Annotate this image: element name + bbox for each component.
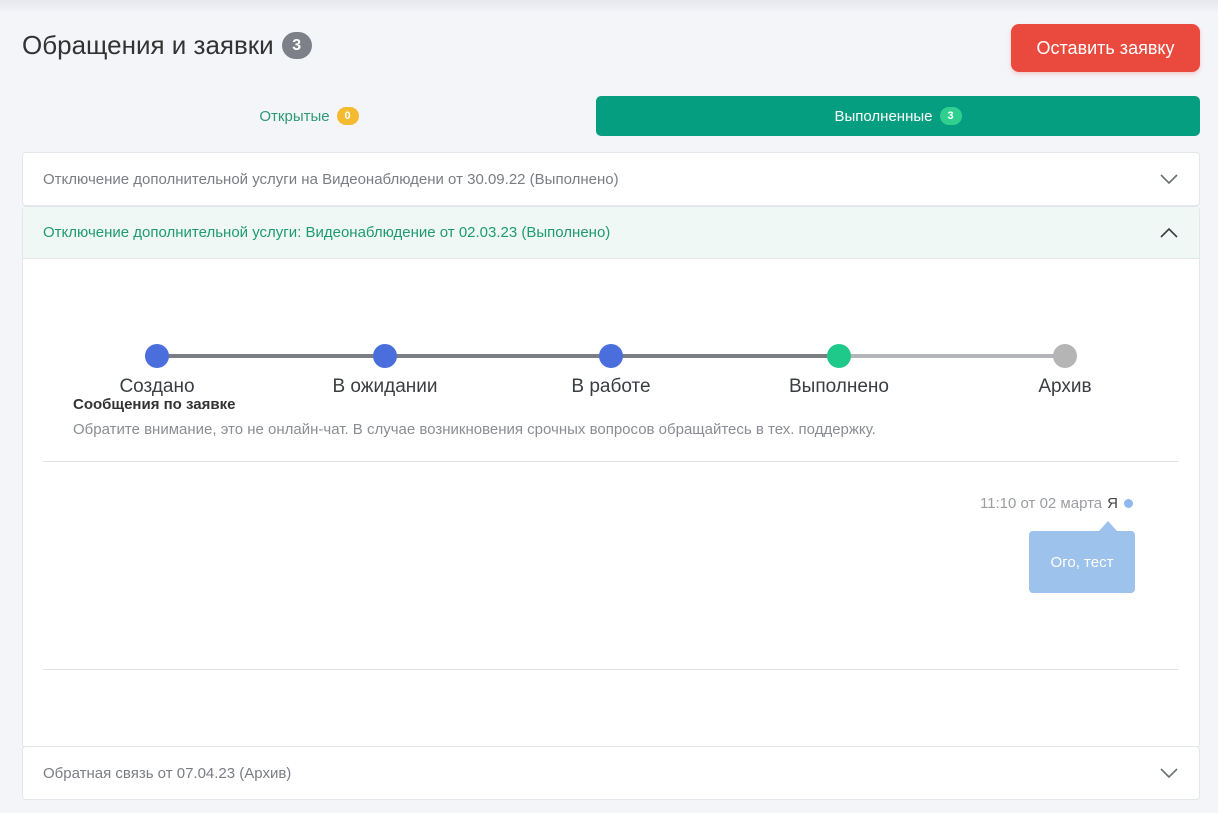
step-inwork-dot [599,344,623,368]
messages-heading: Сообщения по заявке [73,396,236,413]
messages-note: Обратите внимание, это не онлайн-чат. В … [73,421,876,438]
chevron-down-icon[interactable] [1159,763,1179,783]
request-item: Отключение дополнительной услуги на Виде… [22,152,1200,206]
step-created-label: Создано [119,376,195,397]
tab-done[interactable]: Выполненные 3 [596,96,1200,136]
message-meta: 11:10 от 02 марта Я [980,495,1133,512]
request-header[interactable]: Отключение дополнительной услуги: Видеон… [23,207,1199,259]
page-title-text: Обращения и заявки [22,30,274,60]
divider [43,669,1179,670]
create-request-button[interactable]: Оставить заявку [1011,24,1200,72]
message-bubble: Ого, тест [1029,521,1135,593]
request-item-expanded: Отключение дополнительной услуги: Видеон… [22,206,1200,748]
step-archive-dot [1053,344,1077,368]
request-title: Отключение дополнительной услуги на Виде… [43,170,619,188]
message-author: Я [1107,495,1118,512]
step-waiting-label: В ожидании [332,376,438,397]
status-progress: Создано В ожидании В работе Выполнено Ар… [23,265,1199,397]
status-tabs: Открытые 0 Выполненные 3 [22,96,1200,136]
author-status-dot [1124,499,1133,508]
step-waiting-dot [373,344,397,368]
message-time: 11:10 от 02 марта [979,495,1103,512]
tab-open-count: 0 [336,107,359,125]
request-item: Обратная связь от 07.04.23 (Архив) [22,746,1200,800]
request-title: Отключение дополнительной услуги: Видеон… [43,224,611,241]
step-inwork-label: В работе [571,376,651,397]
request-header[interactable]: Отключение дополнительной услуги на Виде… [23,153,1199,205]
total-count-badge: 3 [281,32,312,59]
progress-segment [611,354,839,358]
tab-open-label: Открытые [259,107,330,125]
step-done-dot [827,344,851,368]
chevron-down-icon[interactable] [1159,169,1179,189]
divider [43,461,1179,462]
progress-segment [157,354,385,358]
step-done-label: Выполнено [789,376,889,397]
tab-done-label: Выполненные [834,107,933,125]
tab-done-count: 3 [939,107,962,125]
request-header[interactable]: Обратная связь от 07.04.23 (Архив) [23,747,1199,799]
top-shadow [0,0,1218,14]
progress-segment [385,354,611,358]
page-title: Обращения и заявки 3 [22,30,312,61]
progress-segment [839,354,1065,358]
message-text: Ого, тест [1050,553,1114,571]
page-header: Обращения и заявки 3 Оставить заявку [22,24,1200,72]
chevron-up-icon[interactable] [1159,223,1179,243]
request-title: Обратная связь от 07.04.23 (Архив) [43,764,292,782]
tab-open[interactable]: Открытые 0 [22,96,596,136]
step-archive-label: Архив [1038,376,1092,397]
step-created-dot [145,344,169,368]
